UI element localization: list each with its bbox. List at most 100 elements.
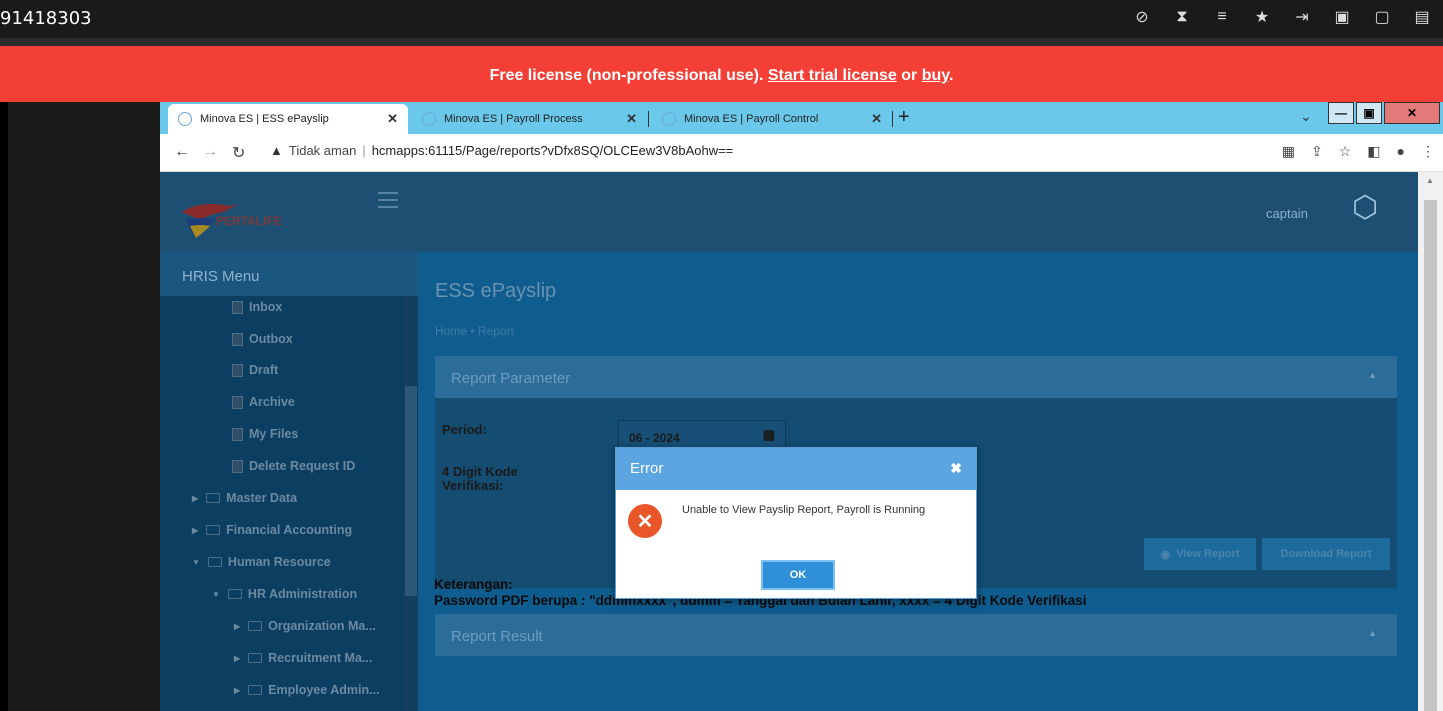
report-result-header[interactable]: Report Result ▲ <box>435 614 1397 656</box>
sidepanel-icon[interactable]: ◧ <box>1367 143 1380 160</box>
close-icon[interactable]: ✖ <box>950 460 962 477</box>
back-icon[interactable]: ← <box>174 143 190 161</box>
taskbar: 91418303 ⊘ ⧗ ≡ ★ ⇥ ▣ ▢ ▤ <box>0 0 1443 38</box>
license-prefix: Free license (non-professional use). <box>489 67 764 84</box>
license-banner: Free license (non-professional use). Sta… <box>0 46 1443 102</box>
view-report-button[interactable]: ◉ View Report <box>1144 538 1256 570</box>
sidebar-item-my-files[interactable]: My Files <box>232 427 298 441</box>
tab-payroll-control[interactable]: Minova ES | Payroll Control ✕ <box>652 104 892 134</box>
sidebar-item-delete-request-id[interactable]: Delete Request ID <box>232 459 355 473</box>
dialog-header: Error ✖ <box>616 448 976 490</box>
sidebar-item-recruitment[interactable]: ▶ Recruitment Ma... <box>234 651 372 665</box>
folder-open-icon <box>227 589 242 599</box>
url-field[interactable]: ▲ Tidak aman | hcmapps:61115/Page/report… <box>270 143 733 158</box>
sign-in-icon[interactable]: ⇥ <box>1291 6 1313 28</box>
error-icon: ✕ <box>628 504 662 538</box>
database-icon[interactable]: ≡ <box>1211 6 1233 28</box>
collapse-caret-icon[interactable]: ▲ <box>1368 628 1377 638</box>
file-icon <box>232 300 243 314</box>
taskbar-icons: ⊘ ⧗ ≡ ★ ⇥ ▣ ▢ ▤ <box>1131 6 1433 28</box>
eye-icon: ◉ <box>1160 548 1171 561</box>
sidebar-item-employee-admin[interactable]: ▶ Employee Admin... <box>234 683 380 697</box>
new-tab-button[interactable]: + <box>898 106 910 129</box>
app-page: PERTALIFE captain ⬡ HRIS Menu Inbox Outb… <box>160 172 1418 711</box>
collapse-caret-icon[interactable]: ▲ <box>1368 370 1377 380</box>
sidebar-scrollbar[interactable] <box>404 296 418 711</box>
close-tab-icon[interactable]: ✕ <box>626 111 637 127</box>
chat-icon[interactable]: ▢ <box>1371 6 1393 28</box>
user-name[interactable]: captain <box>1266 206 1308 221</box>
taskbar-number: 91418303 <box>0 8 92 29</box>
forward-icon[interactable]: → <box>202 143 218 161</box>
sidebar-item-organization[interactable]: ▶ Organization Ma... <box>234 619 376 633</box>
app-header: PERTALIFE captain ⬡ <box>160 172 1418 252</box>
star-icon[interactable]: ★ <box>1251 6 1273 28</box>
sidebar-item-master-data[interactable]: ▶ Master Data <box>192 491 297 505</box>
hamburger-menu-icon[interactable] <box>378 192 398 213</box>
sidebar-item-outbox[interactable]: Outbox <box>232 332 293 346</box>
reload-icon[interactable]: ↻ <box>232 143 245 163</box>
breadcrumb: Home • Report <box>435 324 514 338</box>
close-tab-icon[interactable]: ✕ <box>387 111 398 127</box>
scroll-up-icon: ▲ <box>1426 176 1434 185</box>
tab-payroll-process[interactable]: Minova ES | Payroll Process ✕ <box>412 104 647 134</box>
sidebar-item-inbox[interactable]: Inbox <box>232 300 282 314</box>
maximize-button[interactable]: ▣ <box>1356 102 1382 124</box>
file-icon <box>232 395 243 409</box>
calendar-icon[interactable]: ▦ <box>763 427 775 443</box>
notification-icon[interactable]: ▣ <box>1331 6 1353 28</box>
file-icon <box>232 427 243 441</box>
hourglass-icon[interactable]: ⧗ <box>1171 6 1193 28</box>
address-bar: ← → ↻ ▲ Tidak aman | hcmapps:61115/Page/… <box>160 134 1443 172</box>
sidebar-item-draft[interactable]: Draft <box>232 363 278 377</box>
tab-ess-epayslip[interactable]: Minova ES | ESS ePayslip ✕ <box>168 104 408 134</box>
caret-right-icon: ▶ <box>234 685 241 695</box>
folder-icon <box>206 525 221 535</box>
breadcrumb-home[interactable]: Home <box>435 324 467 338</box>
separator <box>0 38 1443 46</box>
caret-right-icon: ▶ <box>234 653 241 663</box>
logo-text: PERTALIFE <box>216 214 282 228</box>
sidebar-item-hr-administration[interactable]: ▼ HR Administration <box>212 587 357 601</box>
caret-right-icon: ▶ <box>192 525 199 535</box>
close-tab-icon[interactable]: ✕ <box>871 111 882 127</box>
translate-icon[interactable]: ▦ <box>1282 143 1295 160</box>
warning-icon: ▲ <box>270 143 283 158</box>
caret-right-icon: ▶ <box>234 621 241 631</box>
scrollbar-thumb[interactable] <box>1424 200 1437 711</box>
kebab-menu-icon[interactable]: ⋮ <box>1421 143 1435 160</box>
sidebar-item-financial-accounting[interactable]: ▶ Financial Accounting <box>192 523 352 537</box>
page-scrollbar[interactable]: ▲ <box>1418 172 1443 711</box>
sidebar-item-archive[interactable]: Archive <box>232 395 295 409</box>
message-icon[interactable]: ▤ <box>1411 6 1433 28</box>
start-trial-link[interactable]: Start trial license <box>768 67 897 84</box>
minimize-button[interactable]: — <box>1328 102 1354 124</box>
file-icon <box>232 363 243 377</box>
tab-bar: Minova ES | ESS ePayslip ✕ Minova ES | P… <box>160 102 1443 134</box>
user-cube-icon[interactable]: ⬡ <box>1352 190 1378 225</box>
close-window-button[interactable]: ✕ <box>1384 102 1440 124</box>
caret-right-icon: ▶ <box>192 493 199 503</box>
share-icon[interactable]: ⇪ <box>1311 143 1323 160</box>
breadcrumb-current: Report <box>477 324 514 338</box>
bookmark-star-icon[interactable]: ☆ <box>1339 143 1352 160</box>
chevron-down-icon[interactable]: ⌄ <box>1300 108 1312 125</box>
license-suffix: . <box>948 67 954 84</box>
caret-down-icon: ▼ <box>212 589 220 599</box>
folder-open-icon <box>207 557 222 567</box>
sidebar-item-human-resource[interactable]: ▼ Human Resource <box>192 555 331 569</box>
sidebar: HRIS Menu Inbox Outbox Draft Archive My … <box>160 252 418 711</box>
caret-down-icon: ▼ <box>192 557 200 567</box>
profile-icon[interactable]: ● <box>1397 143 1405 160</box>
period-input[interactable]: 06 - 2024 ▦ <box>618 420 786 450</box>
error-message: Unable to View Payslip Report, Payroll i… <box>682 504 926 516</box>
folder-icon <box>248 621 263 631</box>
ok-button[interactable]: OK <box>761 560 835 590</box>
folder-icon <box>206 493 221 503</box>
report-parameter-header[interactable]: Report Parameter ▲ <box>435 356 1397 398</box>
download-report-button[interactable]: Download Report <box>1262 538 1390 570</box>
camera-off-icon[interactable]: ⊘ <box>1131 6 1153 28</box>
toolbar-icons: ▦ ⇪ ☆ ◧ ● ⋮ <box>1282 143 1435 160</box>
file-icon <box>232 332 243 346</box>
buy-link[interactable]: buy <box>922 67 949 84</box>
